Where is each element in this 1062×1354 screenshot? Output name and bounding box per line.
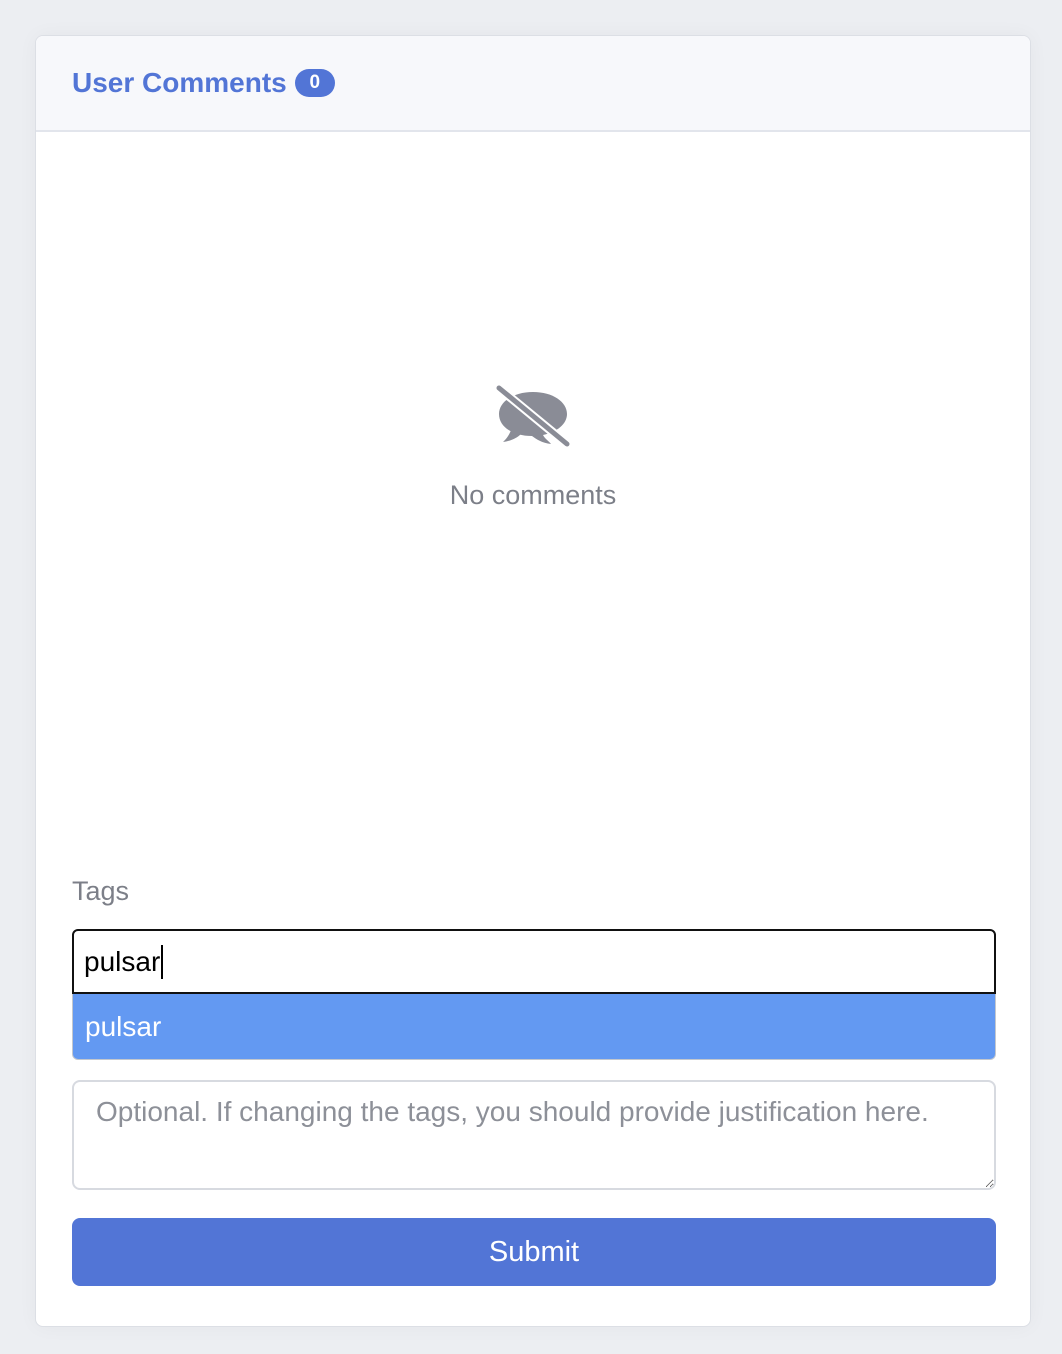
tags-input-value: pulsar [84,945,161,977]
submit-button[interactable]: Submit [72,1218,996,1286]
empty-state: No comments [36,384,1030,511]
tags-label: Tags [72,876,130,906]
tags-input[interactable]: pulsar [72,929,996,994]
justification-textarea[interactable] [72,1080,996,1190]
tag-suggestions-dropdown: pulsar [72,994,996,1060]
card-header: User Comments 0 [36,36,1030,132]
card-title-text: User Comments [72,67,287,98]
text-caret [161,944,164,979]
card-title: User Comments 0 [72,67,335,99]
comment-count-badge: 0 [294,69,335,97]
empty-state-text: No comments [449,480,617,510]
comments-card: User Comments 0 No comments Tags pulsar … [35,35,1031,1327]
comment-slash-icon [495,384,571,448]
tag-suggestion-option[interactable]: pulsar [73,994,995,1059]
